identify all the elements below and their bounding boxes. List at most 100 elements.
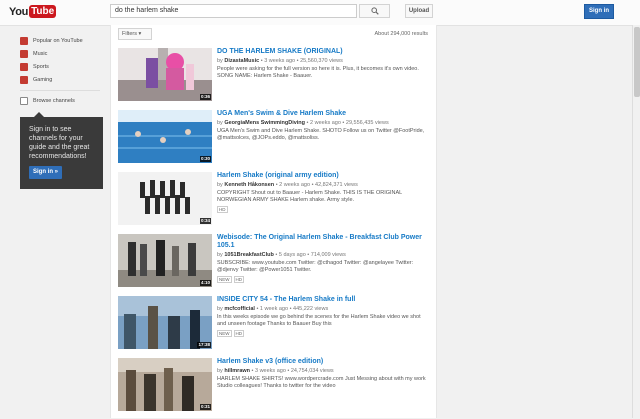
video-thumbnail[interactable]: 4:10 <box>118 234 212 287</box>
upload-age: 3 weeks ago <box>255 368 286 374</box>
video-info: Harlem Shake (original army edition) by … <box>217 172 429 213</box>
guide-item-label: Sports <box>33 63 49 70</box>
video-info: INSIDE CITY 54 - The Harlem Shake in ful… <box>217 296 429 337</box>
channel-link[interactable]: GeorgiaMens SwimmingDiving <box>224 120 305 126</box>
badges: HD <box>217 206 429 213</box>
guide-item-label: Browse channels <box>33 97 75 104</box>
hd-badge: HD <box>217 206 228 213</box>
upload-age: 5 days ago <box>278 252 306 258</box>
video-title[interactable]: INSIDE CITY 54 - The Harlem Shake in ful… <box>217 296 429 304</box>
guide-item-sports[interactable]: Sports <box>20 60 108 73</box>
guide-item-label: Music <box>33 50 48 57</box>
popular-icon <box>20 36 28 45</box>
video-info: UGA Men's Swim & Dive Harlem Shake by Ge… <box>217 110 429 142</box>
video-title[interactable]: Harlem Shake (original army edition) <box>217 172 429 180</box>
logo-tube-text: Tube <box>29 5 57 18</box>
badges: NEW HD <box>217 330 429 337</box>
upload-button[interactable]: Upload <box>405 4 433 18</box>
video-info: Webisode: The Original Harlem Shake - Br… <box>217 234 429 283</box>
browse-channels-icon <box>20 96 28 105</box>
results-list: 0:36 DO THE HARLEM SHAKE (ORIGINAL) by D… <box>118 47 436 419</box>
result-item: 4:10 Webisode: The Original Harlem Shake… <box>118 233 436 295</box>
view-count: 714,009 views <box>310 252 346 258</box>
video-meta: by mcfcofficial • 1 week ago • 445,222 v… <box>217 306 329 312</box>
signin-promo-text: Sign in to see channels for your guide a… <box>29 126 90 160</box>
search-input[interactable]: do the harlem shake <box>110 4 357 18</box>
view-count: 29,556,435 views <box>345 120 389 126</box>
upload-age: 2 weeks ago <box>279 182 311 188</box>
guide-item-label: Gaming <box>33 76 53 83</box>
video-thumbnail[interactable]: 17:38 <box>118 296 212 349</box>
channel-link[interactable]: Kenneth Håkonsen <box>224 182 274 188</box>
upload-age: 3 weeks ago <box>264 58 296 64</box>
upload-age: 2 weeks ago <box>310 120 341 126</box>
masthead: You Tube do the harlem shake Upload Sign… <box>0 0 640 26</box>
video-description: UGA Men's Swim and Dive Harlem Shake. SH… <box>217 128 425 141</box>
video-title[interactable]: Webisode: The Original Harlem Shake - Br… <box>217 234 429 250</box>
video-duration: 4:10 <box>199 280 211 286</box>
new-badge: NEW <box>217 330 232 337</box>
video-thumbnail[interactable]: 0:34 <box>118 172 212 225</box>
result-item: 0:36 DO THE HARLEM SHAKE (ORIGINAL) by D… <box>118 47 436 109</box>
hd-badge: HD <box>233 276 244 283</box>
video-title[interactable]: UGA Men's Swim & Dive Harlem Shake <box>217 110 429 118</box>
magnifier-icon <box>370 7 379 15</box>
video-description: In this weeks episode we go behind the s… <box>217 314 421 327</box>
video-meta: by DizastaMusic • 3 weeks ago • 25,560,3… <box>217 58 343 64</box>
video-meta: by 1051BreakfastClub • 5 days ago • 714,… <box>217 252 346 258</box>
video-duration: 0:34 <box>199 218 211 224</box>
result-item: 17:38 INSIDE CITY 54 - The Harlem Shake … <box>118 295 436 357</box>
video-title[interactable]: Harlem Shake v3 (office edition) <box>217 358 429 366</box>
view-count: 24,754,034 views <box>290 368 334 374</box>
result-item: 0:34 Harlem Shake (original army edition… <box>118 171 436 233</box>
guide-item-label: Popular on YouTube <box>33 37 83 44</box>
signin-promo: Sign in to see channels for your guide a… <box>20 112 103 189</box>
video-duration: 17:38 <box>197 342 211 348</box>
upload-age: 1 week ago <box>259 306 289 312</box>
result-item: 0:30 UGA Men's Swim & Dive Harlem Shake … <box>118 109 436 171</box>
channel-link[interactable]: mcfcofficial <box>224 306 255 312</box>
filters-button[interactable]: Filters ▾ <box>118 28 152 40</box>
video-duration: 0:30 <box>199 156 211 162</box>
results-panel: Filters ▾ About 294,000 results 0:36 DO <box>110 25 437 418</box>
page-scrollbar[interactable] <box>632 25 640 418</box>
video-duration: 0:31 <box>199 404 211 410</box>
sports-icon <box>20 62 28 71</box>
gaming-icon <box>20 75 28 84</box>
guide-item-browse-channels[interactable]: Browse channels <box>20 94 108 107</box>
channel-link[interactable]: hillmrawn <box>224 368 250 374</box>
music-icon <box>20 49 28 58</box>
video-info: Harlem Shake v3 (office edition) by hill… <box>217 358 429 390</box>
result-item: 0:31 Harlem Shake v3 (office edition) by… <box>118 357 436 419</box>
view-count: 445,222 views <box>293 306 329 312</box>
channel-link[interactable]: 1051BreakfastClub <box>224 252 274 258</box>
scrollbar-thumb[interactable] <box>634 27 640 97</box>
result-count: About 294,000 results <box>374 31 428 37</box>
video-title[interactable]: DO THE HARLEM SHAKE (ORIGINAL) <box>217 48 429 56</box>
view-count: 42,824,371 views <box>315 182 358 188</box>
guide-item-music[interactable]: Music <box>20 47 108 60</box>
video-meta: by hillmrawn • 3 weeks ago • 24,754,034 … <box>217 368 334 374</box>
guide-item-gaming[interactable]: Gaming <box>20 73 108 86</box>
badges: NEW HD <box>217 276 429 283</box>
new-badge: NEW <box>217 276 232 283</box>
search-button[interactable] <box>359 4 390 18</box>
promo-signin-button[interactable]: Sign in » <box>29 166 62 179</box>
guide-item-popular[interactable]: Popular on YouTube <box>20 34 108 47</box>
video-thumbnail[interactable]: 0:30 <box>118 110 212 163</box>
video-description: COPYRIGHT Shout out to Baauer - Harlem S… <box>217 190 403 203</box>
logo-you-text: You <box>9 5 29 18</box>
video-thumbnail[interactable]: 0:31 <box>118 358 212 411</box>
channel-link[interactable]: DizastaMusic <box>224 58 259 64</box>
video-info: DO THE HARLEM SHAKE (ORIGINAL) by Dizast… <box>217 48 429 80</box>
youtube-logo[interactable]: You Tube <box>9 4 57 19</box>
video-meta: by GeorgiaMens SwimmingDiving • 2 weeks … <box>217 120 389 126</box>
video-thumbnail[interactable]: 0:36 <box>118 48 212 101</box>
video-duration: 0:36 <box>199 94 211 100</box>
signin-button[interactable]: Sign in <box>584 4 614 19</box>
hd-badge: HD <box>233 330 244 337</box>
video-description: People were asking for the full version … <box>217 66 419 79</box>
video-meta: by Kenneth Håkonsen • 2 weeks ago • 42,8… <box>217 182 358 188</box>
video-description: SUBSCRIBE: www.youtube.com Twitter: @cth… <box>217 260 414 273</box>
view-count: 25,560,370 views <box>300 58 343 64</box>
